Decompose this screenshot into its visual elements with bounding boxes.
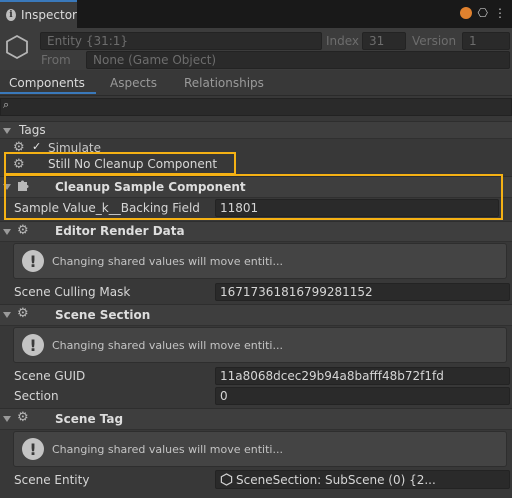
version-value: 1: [469, 34, 477, 48]
highlight-box-tag: [4, 152, 236, 175]
scene-guid-label: Scene GUID: [14, 369, 86, 383]
inspector-tab[interactable]: i Inspector: [0, 0, 77, 28]
section-value: 0: [220, 389, 228, 403]
index-label: Index: [326, 34, 360, 48]
tab-relationships[interactable]: Relationships: [184, 76, 264, 90]
from-value: None (Game Object): [93, 53, 217, 67]
tags-foldout-icon[interactable]: [3, 128, 11, 134]
scene-entity-label: Scene Entity: [14, 473, 90, 487]
version-label: Version: [412, 34, 457, 48]
tab-aspects[interactable]: Aspects: [110, 76, 157, 90]
tags-header[interactable]: [0, 121, 512, 139]
scene-tag-title: Scene Tag: [55, 412, 124, 426]
scene-entity-field[interactable]: SceneSection: SubScene (0) {2...: [215, 470, 510, 489]
section-foldout-icon[interactable]: [3, 312, 11, 318]
render-help-text: Changing shared values will move entiti.…: [52, 254, 283, 268]
render-help-box: ! Changing shared values will move entit…: [13, 243, 507, 279]
section-component-icon: ⚙: [17, 306, 29, 321]
menu-icon[interactable]: ⋮: [494, 6, 506, 20]
entity-hexagon-icon: [6, 34, 28, 60]
entity-name-value: Entity {31:1}: [47, 34, 129, 48]
scene-guid-value: 11a8068dcec29b94a8bafff48b72f1fd: [220, 369, 444, 383]
index-value: 31: [369, 34, 385, 48]
culling-mask-value: 16717361816799281152: [220, 285, 373, 299]
window-controls: ⎔ ⋮: [459, 6, 506, 20]
scene-tag-foldout-icon[interactable]: [3, 416, 11, 422]
tags-title: Tags: [19, 123, 46, 137]
status-dot-icon[interactable]: [459, 7, 472, 19]
entity-hexagon-small-icon: [220, 473, 233, 486]
scene-tag-help-text: Changing shared values will move entiti.…: [52, 442, 283, 456]
search-icon: ⌕: [3, 98, 10, 111]
render-component-icon: ⚙: [17, 223, 29, 238]
warning-icon-3: !: [22, 438, 44, 460]
inspector-tab-label: Inspector: [21, 8, 77, 22]
active-tab-indicator: [0, 92, 96, 94]
warning-icon-2: !: [22, 334, 44, 356]
component-search-input[interactable]: [0, 98, 512, 116]
from-field[interactable]: None (Game Object): [86, 51, 510, 69]
culling-mask-label: Scene Culling Mask: [14, 285, 131, 299]
section-help-text: Changing shared values will move entiti.…: [52, 338, 283, 352]
scene-entity-value: SceneSection: SubScene (0) {2...: [236, 472, 436, 487]
section-field[interactable]: 0: [215, 387, 510, 405]
from-label: From: [41, 53, 71, 67]
scene-tag-help-box: ! Changing shared values will move entit…: [13, 431, 507, 467]
highlight-box-cleanup: [4, 174, 503, 220]
scene-section-title: Scene Section: [55, 308, 151, 322]
render-foldout-icon[interactable]: [3, 229, 11, 235]
culling-mask-field[interactable]: 16717361816799281152: [215, 283, 510, 301]
section-label: Section: [14, 389, 59, 403]
index-field[interactable]: 31: [362, 32, 406, 50]
version-field[interactable]: 1: [462, 32, 510, 50]
info-icon: i: [6, 9, 17, 21]
scene-guid-field[interactable]: 11a8068dcec29b94a8bafff48b72f1fd: [215, 367, 510, 385]
tab-components[interactable]: Components: [9, 76, 85, 90]
render-data-title: Editor Render Data: [55, 224, 185, 238]
entity-name-field[interactable]: Entity {31:1}: [40, 32, 322, 50]
warning-icon: !: [22, 250, 44, 272]
lock-icon[interactable]: ⎔: [478, 6, 488, 20]
section-help-box: ! Changing shared values will move entit…: [13, 327, 507, 363]
scene-tag-component-icon: ⚙: [17, 410, 29, 425]
